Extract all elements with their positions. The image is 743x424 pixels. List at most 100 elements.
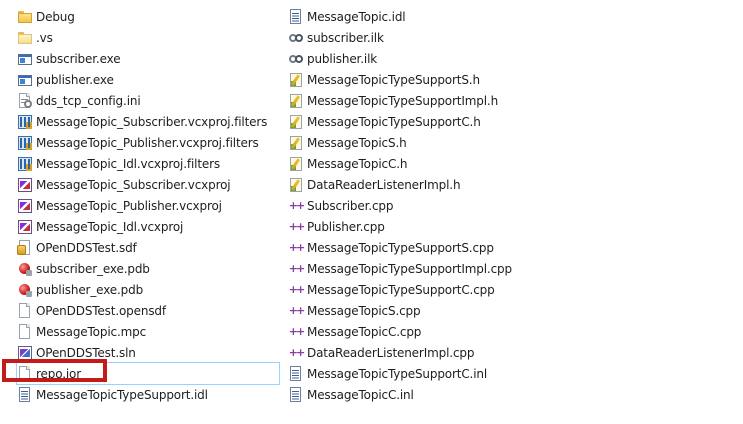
cpp-icon: ++: [288, 345, 305, 359]
file-name: MessageTopicTypeSupportC.cpp: [307, 282, 495, 297]
file-name: MessageTopicTypeSupport.idl: [36, 387, 208, 402]
file-name: MessageTopicS.cpp: [307, 303, 421, 318]
file-item-typesupports-h[interactable]: MessageTopicTypeSupportS.h: [288, 69, 588, 90]
file-item-datareaderlistenerimpl-cpp[interactable]: ++ DataReaderListenerImpl.cpp: [288, 342, 588, 363]
file-name: DataReaderListenerImpl.h: [307, 177, 461, 192]
file-item-sln[interactable]: OPenDDSTest.sln: [17, 342, 279, 363]
file-item-vs[interactable]: .vs: [17, 27, 279, 48]
file-item-typesupports-cpp[interactable]: ++ MessageTopicTypeSupportS.cpp: [288, 237, 588, 258]
cpp-icon: ++: [288, 303, 305, 317]
file-name: OPenDDSTest.sdf: [36, 240, 137, 255]
file-item-idl-vcxproj[interactable]: MessageTopic_Idl.vcxproj: [17, 216, 279, 237]
vcxproj-icon: [17, 177, 33, 193]
file-item-subscriber-cpp[interactable]: ++ Subscriber.cpp: [288, 195, 588, 216]
exe-icon: [17, 72, 33, 88]
vcxproj-icon: [17, 198, 33, 214]
file-item-typesupportimpl-cpp[interactable]: ++ MessageTopicTypeSupportImpl.cpp: [288, 258, 588, 279]
file-item-typesupport-idl[interactable]: MessageTopicTypeSupport.idl: [17, 384, 279, 405]
file-item-publisher-pdb[interactable]: publisher_exe.pdb: [17, 279, 279, 300]
cpp-icon: ++: [288, 261, 305, 275]
file-name: MessageTopicTypeSupportC.h: [307, 114, 481, 129]
file-item-typesupportc-inl[interactable]: MessageTopicTypeSupportC.inl: [288, 363, 588, 384]
file-name: MessageTopic_Subscriber.vcxproj: [36, 177, 231, 192]
file-item-subscriber-vcxproj[interactable]: MessageTopic_Subscriber.vcxproj: [17, 174, 279, 195]
file-name: MessageTopicTypeSupportC.inl: [307, 366, 488, 381]
file-item-publisher-exe[interactable]: publisher.exe: [17, 69, 279, 90]
file-item-messagetopic-idl[interactable]: MessageTopic.idl: [288, 6, 588, 27]
file-name: MessageTopic_Publisher.vcxproj.filters: [36, 135, 259, 150]
cpp-icon: ++: [288, 282, 305, 296]
file-item-subscriber-exe[interactable]: subscriber.exe: [17, 48, 279, 69]
file-name: MessageTopicTypeSupportS.h: [307, 72, 480, 87]
file-name: MessageTopic_Subscriber.vcxproj.filters: [36, 114, 268, 129]
file-name: subscriber.ilk: [307, 30, 384, 45]
vcxproj-icon: [17, 219, 33, 235]
header-icon: [288, 114, 304, 130]
file-name: DataReaderListenerImpl.cpp: [307, 345, 475, 360]
folder-icon: [17, 9, 33, 25]
file-name: MessageTopicTypeSupportImpl.cpp: [307, 261, 512, 276]
file-icon: [17, 365, 33, 382]
header-icon: [288, 135, 304, 151]
ilk-icon: [288, 51, 304, 67]
header-icon: [288, 72, 304, 88]
file-name: MessageTopic_Publisher.vcxproj: [36, 198, 222, 213]
file-name: publisher_exe.pdb: [36, 282, 144, 297]
file-item-subscriber-pdb[interactable]: subscriber_exe.pdb: [17, 258, 279, 279]
ilk-icon: [288, 30, 304, 46]
file-item-messagetopicc-cpp[interactable]: ++ MessageTopicC.cpp: [288, 321, 588, 342]
file-item-dds-tcp-config[interactable]: dds_tcp_config.ini: [17, 90, 279, 111]
file-item-idl-vcxproj-filters[interactable]: MessageTopic_Idl.vcxproj.filters: [17, 153, 279, 174]
file-name: MessageTopic_Idl.vcxproj: [36, 219, 184, 234]
idl-icon: [288, 8, 304, 25]
file-list-left-column: Debug .vs subscriber.exe publisher.exe d…: [16, 6, 280, 405]
file-name: OPenDDSTest.opensdf: [36, 303, 166, 318]
file-icon: [17, 302, 33, 319]
file-item-publisher-vcxproj-filters[interactable]: MessageTopic_Publisher.vcxproj.filters: [17, 132, 279, 153]
file-item-opensdf[interactable]: OPenDDSTest.opensdf: [17, 300, 279, 321]
file-item-repo-ior[interactable]: repo.ior: [16, 362, 280, 385]
cpp-icon: ++: [288, 240, 305, 254]
file-item-subscriber-ilk[interactable]: subscriber.ilk: [288, 27, 588, 48]
file-item-sdf[interactable]: OPenDDSTest.sdf: [17, 237, 279, 258]
file-name: .vs: [36, 30, 53, 45]
file-item-typesupportc-cpp[interactable]: ++ MessageTopicTypeSupportC.cpp: [288, 279, 588, 300]
cpp-icon: ++: [288, 324, 305, 338]
file-item-typesupportimpl-h[interactable]: MessageTopicTypeSupportImpl.h: [288, 90, 588, 111]
file-item-datareaderlistenerimpl-h[interactable]: DataReaderListenerImpl.h: [288, 174, 588, 195]
file-name: Subscriber.cpp: [307, 198, 394, 213]
header-icon: [288, 177, 304, 193]
file-item-publisher-ilk[interactable]: publisher.ilk: [288, 48, 588, 69]
file-name: MessageTopic_Idl.vcxproj.filters: [36, 156, 221, 171]
file-item-typesupportc-h[interactable]: MessageTopicTypeSupportC.h: [288, 111, 588, 132]
file-list-right-column: MessageTopic.idl subscriber.ilk publishe…: [288, 6, 588, 405]
file-name: subscriber_exe.pdb: [36, 261, 150, 276]
file-item-subscriber-vcxproj-filters[interactable]: MessageTopic_Subscriber.vcxproj.filters: [17, 111, 279, 132]
file-item-publisher-cpp[interactable]: ++ Publisher.cpp: [288, 216, 588, 237]
file-name: MessageTopicC.cpp: [307, 324, 422, 339]
vcxproj-filters-icon: [17, 156, 33, 172]
file-name: Publisher.cpp: [307, 219, 385, 234]
ini-icon: [17, 92, 33, 109]
exe-icon: [17, 51, 33, 67]
vcxproj-filters-icon: [17, 114, 33, 130]
file-name: MessageTopicTypeSupportImpl.h: [307, 93, 499, 108]
inl-icon: [288, 365, 304, 382]
file-item-publisher-vcxproj[interactable]: MessageTopic_Publisher.vcxproj: [17, 195, 279, 216]
sdf-icon: [17, 239, 33, 256]
pdb-icon: [17, 282, 33, 298]
cpp-icon: ++: [288, 219, 305, 233]
file-name: MessageTopicC.inl: [307, 387, 414, 402]
header-icon: [288, 156, 304, 172]
folder-icon: [17, 30, 33, 46]
file-item-messagetopics-h[interactable]: MessageTopicS.h: [288, 132, 588, 153]
file-name: publisher.ilk: [307, 51, 378, 66]
file-name: dds_tcp_config.ini: [36, 93, 141, 108]
file-name: OPenDDSTest.sln: [36, 345, 136, 360]
file-item-messagetopicc-inl[interactable]: MessageTopicC.inl: [288, 384, 588, 405]
file-item-messagetopicc-h[interactable]: MessageTopicC.h: [288, 153, 588, 174]
file-item-debug[interactable]: Debug: [17, 6, 279, 27]
file-item-messagetopics-cpp[interactable]: ++ MessageTopicS.cpp: [288, 300, 588, 321]
file-name: publisher.exe: [36, 72, 114, 87]
file-item-mpc[interactable]: MessageTopic.mpc: [17, 321, 279, 342]
